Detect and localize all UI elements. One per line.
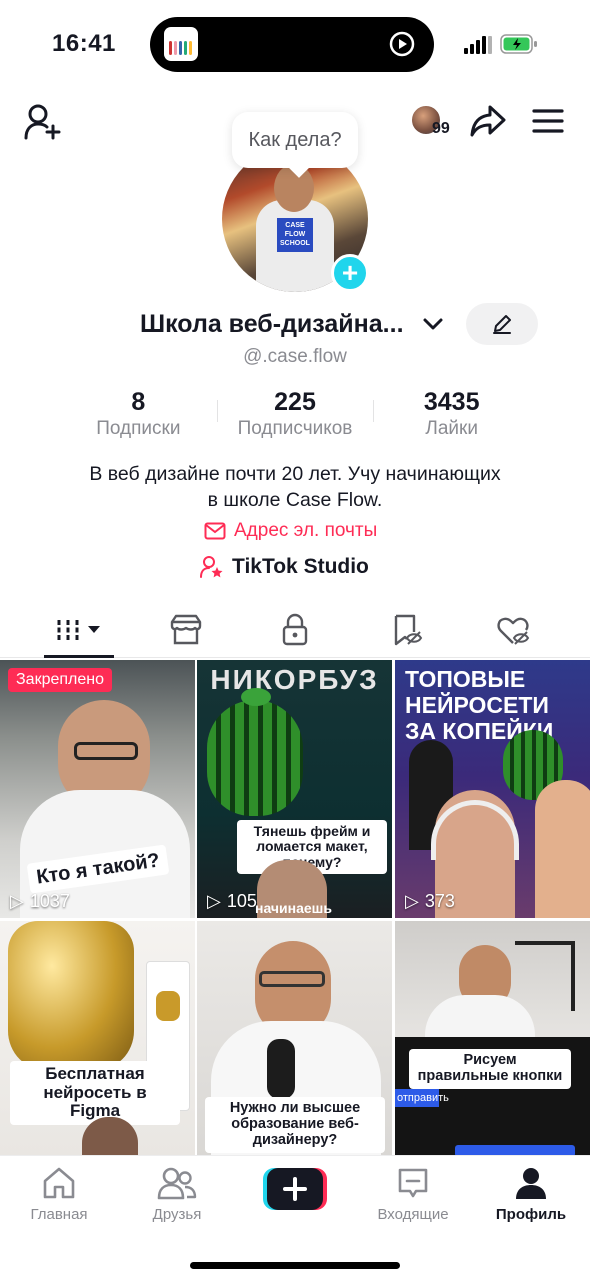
mail-icon: [204, 522, 226, 540]
nav-profile[interactable]: Профиль: [472, 1166, 590, 1223]
view-count: ▷ 105: [207, 891, 257, 912]
video-thumbnail[interactable]: Нужно ли высшее образование веб-дизайнер…: [197, 921, 392, 1157]
profile-tabs: [0, 604, 590, 658]
menu-icon[interactable]: [532, 108, 564, 134]
stat-label: Подписчиков: [237, 418, 353, 439]
video-thumbnail[interactable]: Бесплатная нейросеть в Figma: [0, 921, 195, 1157]
view-count-value: 105: [226, 891, 257, 911]
email-link[interactable]: Адрес эл. почты: [204, 520, 377, 542]
create-video-button[interactable]: [263, 1168, 327, 1210]
video-title: НИКОРБУЗ: [210, 664, 379, 695]
active-tab-indicator: [44, 655, 114, 658]
shirt-logo: CASE FLOW SCHOOL: [277, 218, 313, 252]
studio-user-icon: [200, 556, 223, 578]
edit-profile-button[interactable]: [466, 303, 538, 345]
bio-line: В веб дизайне почти 20 лет. Учу начинающ…: [89, 463, 501, 485]
view-count-value: 373: [424, 891, 455, 911]
pinned-badge: Закреплено: [8, 668, 112, 692]
play-icon: ▷: [405, 891, 419, 911]
stat-likes[interactable]: 3435 Лайки: [373, 388, 530, 440]
pencil-icon: [493, 315, 511, 334]
home-indicator[interactable]: [190, 1262, 400, 1269]
profile-name[interactable]: Школа веб-дизайна...: [140, 310, 404, 339]
tab-liked-hidden-icon[interactable]: [495, 612, 531, 648]
video-thumbnail[interactable]: НИКОРБУЗ Тянешь фрейм и ломается макет, …: [197, 660, 392, 918]
battery-icon: [500, 34, 537, 54]
video-caption: Нужно ли высшее образование веб-дизайнер…: [205, 1097, 385, 1153]
nav-inbox[interactable]: Входящие: [354, 1166, 472, 1223]
status-time: 16:41: [52, 30, 116, 57]
tab-shop-icon[interactable]: [168, 612, 204, 648]
play-icon: ▷: [207, 891, 221, 911]
nav-label: Друзья: [152, 1206, 202, 1223]
stat-value: 8: [131, 388, 146, 416]
play-icon: ▷: [10, 891, 24, 911]
friends-icon: [157, 1167, 197, 1200]
profile-icon: [516, 1168, 546, 1199]
nav-label: Входящие: [377, 1206, 449, 1223]
signal-icon: [464, 36, 492, 54]
add-story-button[interactable]: +: [331, 254, 369, 292]
profile-stats: 8 Подписки 225 Подписчиков 3435 Лайки: [60, 388, 530, 440]
view-count: ▷ 373: [405, 891, 455, 912]
inbox-icon: [398, 1168, 428, 1198]
notifications-count[interactable]: 99: [432, 120, 450, 138]
share-icon[interactable]: [470, 104, 506, 138]
video-button-label: отправить: [395, 1089, 449, 1107]
tab-videos-grid-icon[interactable]: [54, 612, 104, 648]
nav-home[interactable]: Главная: [0, 1166, 118, 1223]
tab-saved-hidden-icon[interactable]: [388, 612, 424, 648]
stat-label: Лайки: [425, 418, 478, 439]
profile-bio: В веб дизайне почти 20 лет. Учу начинающ…: [0, 461, 590, 513]
bio-line: в школе Case Flow.: [207, 489, 383, 511]
profile-username: @.case.flow: [243, 346, 347, 367]
status-bubble[interactable]: Как дела?: [232, 112, 358, 168]
nav-friends[interactable]: Друзья: [118, 1166, 236, 1223]
nav-label: Главная: [30, 1206, 88, 1223]
studio-label: TikTok Studio: [232, 555, 369, 578]
stat-label: Подписки: [96, 418, 181, 439]
view-count-value: 1037: [29, 891, 70, 911]
video-thumbnail[interactable]: ТОПОВЫЕ НЕЙРОСЕТИ ЗА КОПЕЙКИ ▷ 373: [395, 660, 590, 918]
nav-label: Профиль: [495, 1206, 567, 1223]
dynamic-island[interactable]: [150, 17, 434, 72]
tab-private-lock-icon[interactable]: [277, 612, 313, 648]
video-caption: Рисуем правильные кнопки: [409, 1049, 571, 1089]
app-thumbnail-icon: [164, 27, 198, 61]
chevron-down-icon[interactable]: [422, 316, 444, 332]
video-thumbnail[interactable]: Рисуем правильные кнопки отправить: [395, 921, 590, 1157]
video-caption: Бесплатная нейросеть в Figma: [10, 1061, 180, 1126]
video-title: ТОПОВЫЕ НЕЙРОСЕТИ ЗА КОПЕЙКИ: [405, 666, 554, 744]
stat-value: 3435: [423, 388, 480, 416]
add-friend-icon[interactable]: [24, 104, 62, 140]
stat-following[interactable]: 8 Подписки: [60, 388, 217, 440]
video-subtitle: начинаешь: [255, 900, 332, 916]
screen-record-icon[interactable]: [388, 30, 416, 58]
video-thumbnail[interactable]: Закреплено Кто я такой? ▷ 1037: [0, 660, 195, 918]
tiktok-studio-link[interactable]: TikTok Studio: [200, 555, 369, 579]
view-count: ▷ 1037: [10, 891, 70, 912]
stat-followers[interactable]: 225 Подписчиков: [216, 388, 374, 440]
stat-value: 225: [274, 388, 316, 416]
email-label: Адрес эл. почты: [234, 520, 378, 541]
home-icon: [43, 1167, 75, 1199]
